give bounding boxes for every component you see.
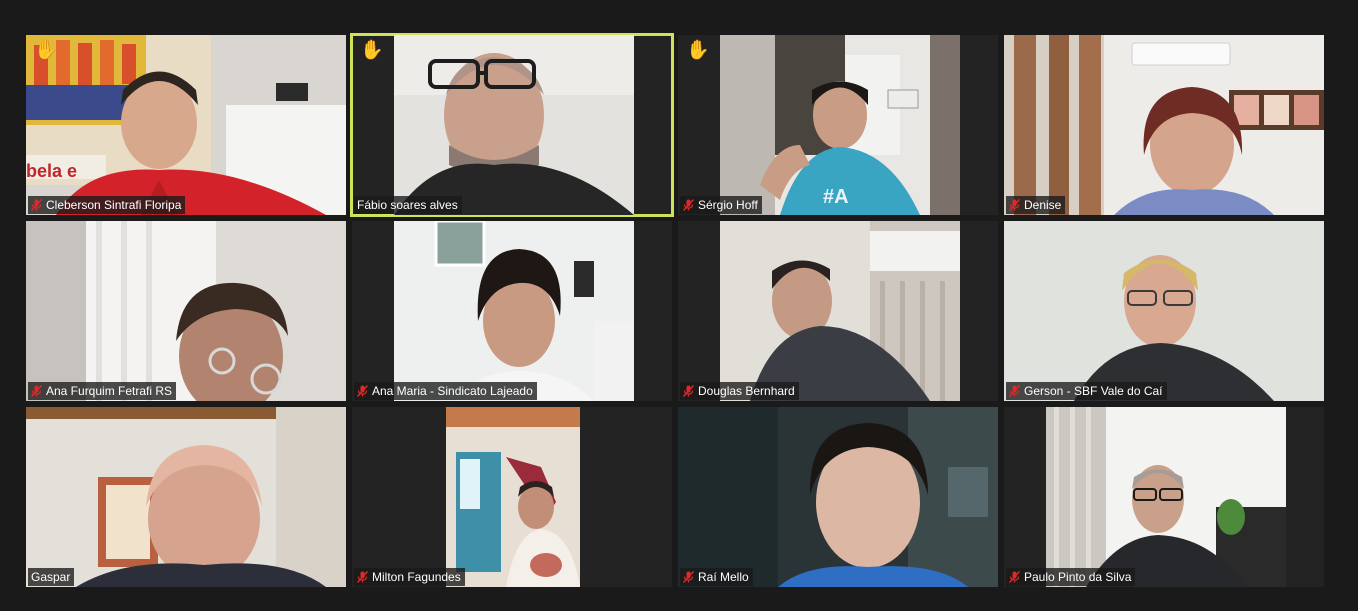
participant-name: Cleberson Sintrafi Floripa	[46, 198, 182, 212]
participant-name-tag: Paulo Pinto da Silva	[1006, 568, 1136, 586]
muted-mic-icon	[357, 385, 368, 397]
muted-mic-icon	[1009, 571, 1020, 583]
participant-name: Douglas Bernhard	[698, 384, 795, 398]
participant-tile-ana-furquim[interactable]: Ana Furquim Fetrafi RS	[26, 221, 346, 401]
participant-name-tag: Ana Maria - Sindicato Lajeado	[354, 382, 537, 400]
participant-name-tag: Gaspar	[28, 568, 75, 586]
participant-name-tag: Douglas Bernhard	[680, 382, 799, 400]
muted-mic-icon	[683, 571, 694, 583]
participant-name: Gaspar	[31, 570, 71, 584]
participant-name: Gerson - SBF Vale do Caí	[1024, 384, 1163, 398]
participant-tile-cleberson[interactable]: bela e ✋ Cleberson Sintrafi Floripa	[26, 35, 346, 215]
participant-tile-denise[interactable]: Denise	[1004, 35, 1324, 215]
muted-mic-icon	[683, 385, 694, 397]
participant-name-tag: Milton Fagundes	[354, 568, 465, 586]
muted-mic-icon	[31, 385, 42, 397]
participant-video	[1004, 35, 1324, 215]
participant-video	[394, 221, 634, 401]
participant-name: Milton Fagundes	[372, 570, 461, 584]
participant-name-tag: Raí Mello	[680, 568, 753, 586]
participant-tile-douglas[interactable]: Douglas Bernhard	[678, 221, 998, 401]
participant-video	[720, 221, 960, 401]
participant-video	[26, 221, 346, 401]
muted-mic-icon	[31, 199, 42, 211]
raised-hand-icon: ✋	[360, 40, 384, 61]
raised-hand-icon: ✋	[686, 40, 710, 61]
participant-tile-gaspar[interactable]: Gaspar	[26, 407, 346, 587]
muted-mic-icon	[683, 199, 694, 211]
svg-text:bela e: bela e	[26, 161, 77, 181]
participant-tile-sergio[interactable]: #A ✋ Sérgio Hoff	[678, 35, 998, 215]
participant-name: Denise	[1024, 198, 1062, 212]
participant-name: Ana Furquim Fetrafi RS	[46, 384, 173, 398]
participant-name-tag: Ana Furquim Fetrafi RS	[28, 382, 177, 400]
participant-name: Paulo Pinto da Silva	[1024, 570, 1132, 584]
svg-text:#A: #A	[823, 186, 849, 208]
participant-name-tag: Sérgio Hoff	[680, 196, 762, 214]
participant-name-tag: Denise	[1006, 196, 1066, 214]
participant-name: Raí Mello	[698, 570, 749, 584]
raised-hand-icon: ✋	[34, 40, 58, 61]
participant-tile-gerson[interactable]: Gerson - SBF Vale do Caí	[1004, 221, 1324, 401]
video-gallery: bela e ✋ Cleberson Sintrafi Floripa ✋ Fá…	[26, 33, 1324, 587]
participant-video	[678, 407, 998, 587]
participant-video	[1046, 407, 1286, 587]
participant-tile-rai-mello[interactable]: Raí Mello	[678, 407, 998, 587]
participant-name-tag: Fábio soares alves	[354, 196, 462, 214]
participant-name-tag: Gerson - SBF Vale do Caí	[1006, 382, 1167, 400]
participant-video: bela e	[26, 35, 346, 215]
participant-name-tag: Cleberson Sintrafi Floripa	[28, 196, 186, 214]
participant-tile-ana-maria[interactable]: Ana Maria - Sindicato Lajeado	[352, 221, 672, 401]
muted-mic-icon	[1009, 199, 1020, 211]
participant-name: Fábio soares alves	[357, 198, 458, 212]
muted-mic-icon	[1009, 385, 1020, 397]
participant-tile-milton[interactable]: Milton Fagundes	[352, 407, 672, 587]
participant-video	[394, 35, 634, 215]
muted-mic-icon	[357, 571, 368, 583]
participant-tile-fabio[interactable]: ✋ Fábio soares alves	[350, 33, 674, 217]
participant-video: #A	[720, 35, 960, 215]
participant-video	[446, 407, 580, 587]
participant-video	[1004, 221, 1324, 401]
participant-name: Ana Maria - Sindicato Lajeado	[372, 384, 533, 398]
participant-video	[26, 407, 346, 587]
participant-name: Sérgio Hoff	[698, 198, 758, 212]
participant-tile-paulo[interactable]: Paulo Pinto da Silva	[1004, 407, 1324, 587]
